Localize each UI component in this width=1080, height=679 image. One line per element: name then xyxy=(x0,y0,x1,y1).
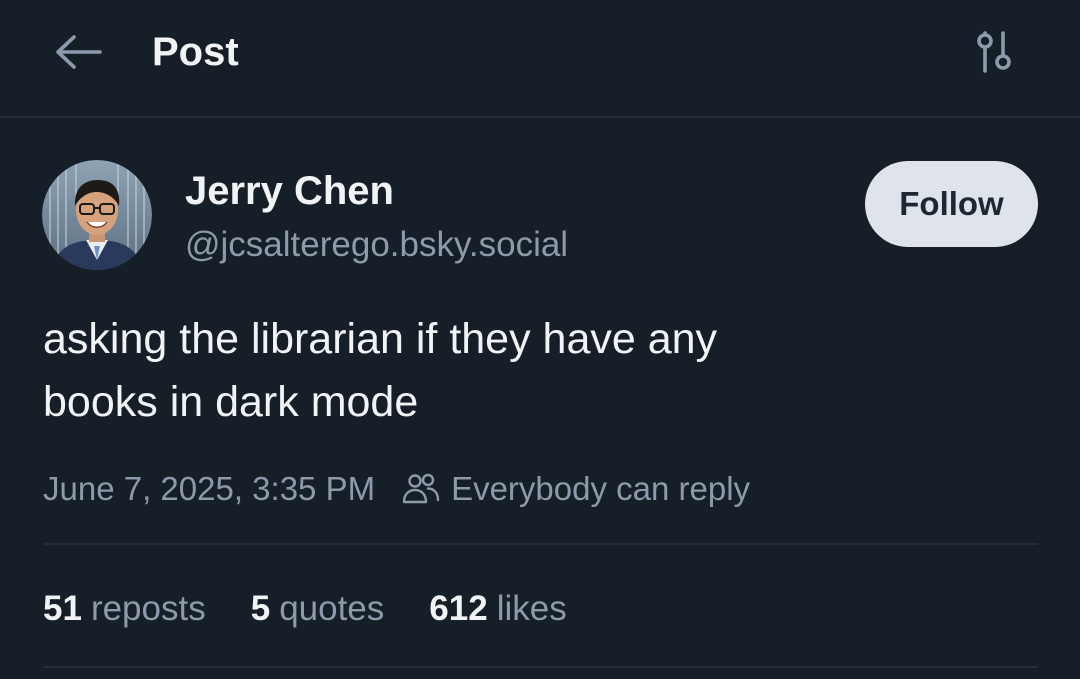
reposts-count: 51 xyxy=(43,589,82,628)
reposts-stat[interactable]: 51 reposts xyxy=(43,589,206,629)
post-screen: Post Jerry Chen @jcsalterego.bsky.social… xyxy=(0,0,1080,679)
divider xyxy=(43,543,1038,545)
post-meta: June 7, 2025, 3:35 PM Everybody can repl… xyxy=(43,466,750,512)
author-name[interactable]: Jerry Chen xyxy=(185,166,394,216)
reply-setting-label: Everybody can reply xyxy=(451,470,751,507)
post-text-line: asking the librarian if they have any xyxy=(43,315,718,363)
quotes-label: quotes xyxy=(279,589,385,628)
sliders-icon xyxy=(977,31,1011,73)
quotes-count: 5 xyxy=(250,589,271,628)
quotes-stat[interactable]: 5 quotes xyxy=(251,589,385,629)
likes-stat[interactable]: 612 likes xyxy=(429,589,566,629)
back-button[interactable] xyxy=(46,26,110,78)
page-title: Post xyxy=(152,30,239,74)
arrow-left-icon xyxy=(56,35,102,69)
post-stats: 51 reposts 5 quotes 612 likes xyxy=(43,584,612,634)
reply-setting[interactable]: Everybody can reply xyxy=(401,466,750,512)
top-bar: Post xyxy=(0,0,1080,118)
post-text: asking the librarian if they have any bo… xyxy=(43,308,1003,434)
divider xyxy=(43,666,1038,668)
post-timestamp: June 7, 2025, 3:35 PM xyxy=(43,470,376,507)
author-handle[interactable]: @jcsalterego.bsky.social xyxy=(185,222,568,268)
likes-count: 612 xyxy=(429,589,488,628)
thread-settings-button[interactable] xyxy=(962,24,1026,80)
avatar-photo xyxy=(42,160,152,270)
likes-label: likes xyxy=(496,589,567,628)
avatar[interactable] xyxy=(42,160,152,270)
follow-button[interactable]: Follow xyxy=(865,161,1038,247)
post-text-line: books in dark mode xyxy=(43,378,419,426)
people-icon xyxy=(402,473,440,504)
reposts-label: reposts xyxy=(90,589,206,628)
